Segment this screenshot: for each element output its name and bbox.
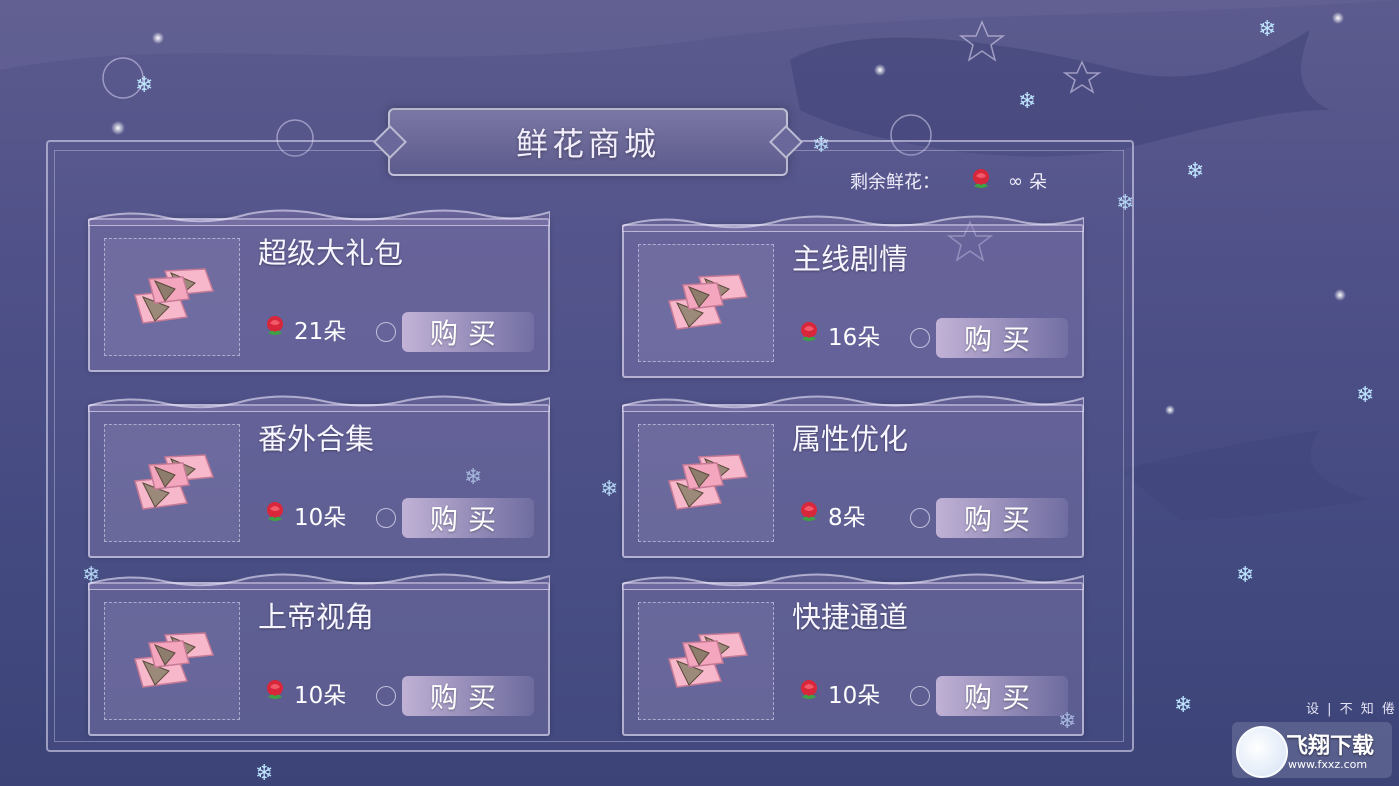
watermark-logo-icon (1236, 726, 1288, 778)
gift-box-thumbnail (638, 244, 774, 362)
svg-text:❄: ❄ (1258, 17, 1276, 42)
svg-text:❄: ❄ (1186, 159, 1204, 184)
remaining-flowers-unit: 朵 (1029, 172, 1047, 193)
svg-text:❄: ❄ (1356, 383, 1374, 408)
card-wave-decoration (87, 570, 551, 591)
item-name: 属性优化 (792, 422, 909, 456)
gift-box-thumbnail (638, 602, 774, 720)
dot-decoration (910, 508, 930, 528)
svg-text:❄: ❄ (135, 73, 153, 98)
dot-decoration (910, 328, 930, 348)
buy-button[interactable]: 购买 (402, 676, 534, 716)
card-wave-decoration (621, 212, 1085, 233)
shop-title-plate: 鲜花商城 (388, 108, 788, 176)
dot-decoration (376, 322, 396, 342)
svg-text:❄: ❄ (1174, 693, 1192, 718)
item-price-value: 10朵 (828, 683, 881, 709)
item-price: 10朵 (262, 676, 346, 710)
item-price: 16朵 (796, 318, 880, 352)
buy-button[interactable]: 购买 (936, 318, 1068, 358)
settings-text[interactable]: 设 | 不 知 倦 (1306, 698, 1397, 717)
item-price-value: 8朵 (828, 505, 866, 531)
shop-item-card: 快捷通道 10朵 购买 (621, 573, 1085, 736)
buy-button[interactable]: 购买 (402, 498, 534, 538)
gift-box-thumbnail (638, 424, 774, 542)
card-wave-decoration (621, 570, 1085, 591)
svg-text:❄: ❄ (255, 761, 273, 786)
item-price: 10朵 (796, 676, 880, 710)
rose-icon (796, 499, 822, 531)
remaining-flowers: 剩余鲜花： ∞ 朵 (850, 167, 1047, 195)
gift-box-thumbnail (104, 602, 240, 720)
card-wave-decoration (621, 392, 1085, 413)
shop-item-card: 主线剧情 16朵 购买 (621, 215, 1085, 378)
buy-button[interactable]: 购买 (936, 498, 1068, 538)
remaining-flowers-value: ∞ (1008, 170, 1023, 192)
item-name: 上帝视角 (258, 600, 375, 634)
card-wave-decoration (87, 206, 551, 227)
item-price-value: 21朵 (294, 319, 347, 345)
item-price: 8朵 (796, 498, 866, 532)
rose-icon (796, 677, 822, 709)
gift-box-thumbnail (104, 424, 240, 542)
shop-title: 鲜花商城 (515, 125, 660, 163)
rose-icon (262, 677, 288, 709)
buy-button[interactable]: 购买 (936, 676, 1068, 716)
item-price-value: 10朵 (294, 683, 347, 709)
buy-button[interactable]: 购买 (402, 312, 534, 352)
item-name: 超级大礼包 (258, 236, 404, 270)
dot-decoration (376, 686, 396, 706)
shop-item-card: 番外合集 10朵 购买 (87, 395, 551, 558)
rose-icon (796, 319, 822, 351)
shop-item-card: 超级大礼包 21朵 购买 (87, 209, 551, 372)
card-wave-decoration (87, 392, 551, 413)
svg-text:❄: ❄ (1236, 563, 1254, 588)
watermark-title: 飞翔下载 (1286, 734, 1375, 759)
rose-icon (968, 166, 994, 197)
gift-box-thumbnail (104, 238, 240, 356)
shop-item-card: 上帝视角 10朵 购买 (87, 573, 551, 736)
svg-text:❄: ❄ (1018, 89, 1036, 114)
watermark-url: www.fxxz.com (1288, 758, 1368, 771)
item-name: 番外合集 (258, 422, 375, 456)
shop-item-card: 属性优化 8朵 购买 (621, 395, 1085, 558)
item-price: 10朵 (262, 498, 346, 532)
rose-icon (262, 313, 288, 345)
item-price: 21朵 (262, 312, 346, 346)
item-price-value: 16朵 (828, 325, 881, 351)
watermark: 飞翔下载 www.fxxz.com (1232, 722, 1392, 778)
rose-icon (262, 499, 288, 531)
dot-decoration (910, 686, 930, 706)
remaining-flowers-label: 剩余鲜花： (850, 172, 940, 193)
dot-decoration (376, 508, 396, 528)
item-name: 快捷通道 (792, 600, 909, 634)
item-name: 主线剧情 (792, 242, 909, 276)
item-price-value: 10朵 (294, 505, 347, 531)
